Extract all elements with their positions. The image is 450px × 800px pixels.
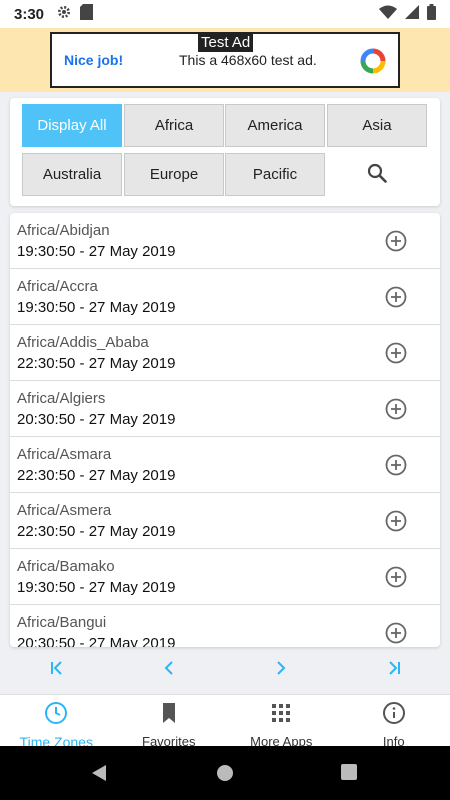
system-navigation-bar	[0, 746, 450, 800]
filter-pacific-button[interactable]: Pacific	[225, 153, 325, 196]
timezone-row[interactable]: Africa/Accra 19:30:50 - 27 May 2019	[10, 269, 440, 325]
search-button[interactable]	[327, 154, 427, 197]
home-icon[interactable]	[216, 764, 234, 787]
timezone-time: 19:30:50 - 27 May 2019	[17, 243, 176, 260]
first-page-button[interactable]	[45, 660, 69, 680]
last-page-button[interactable]	[382, 660, 406, 680]
timezone-name: Africa/Asmera	[17, 502, 112, 519]
add-favorite-icon[interactable]	[385, 622, 407, 647]
clock-icon	[44, 701, 68, 730]
sd-card-icon	[80, 3, 94, 25]
add-favorite-icon[interactable]	[385, 230, 407, 257]
last-page-icon	[386, 660, 402, 681]
first-page-icon	[49, 660, 65, 681]
timezone-name: Africa/Abidjan	[17, 222, 110, 239]
previous-page-button[interactable]	[157, 660, 181, 680]
next-page-button[interactable]	[269, 660, 293, 680]
nav-info[interactable]: Info	[338, 695, 450, 749]
signal-icon	[405, 4, 419, 24]
pager	[0, 652, 450, 688]
timezone-time: 20:30:50 - 27 May 2019	[17, 411, 176, 428]
timezone-name: Africa/Addis_Ababa	[17, 334, 149, 351]
bottom-navigation: Time Zones Favorites More Apps Info	[0, 694, 450, 750]
add-favorite-icon[interactable]	[385, 566, 407, 593]
ad-logo-icon	[360, 48, 386, 79]
timezone-row[interactable]: Africa/Bamako 19:30:50 - 27 May 2019	[10, 549, 440, 605]
filter-australia-button[interactable]: Australia	[22, 153, 122, 196]
timezone-time: 19:30:50 - 27 May 2019	[17, 579, 176, 596]
ad-body: This a 468x60 test ad.	[179, 52, 317, 68]
filter-europe-button[interactable]: Europe	[124, 153, 224, 196]
ad-banner[interactable]: Test Ad Nice job! This a 468x60 test ad.	[50, 32, 400, 88]
timezone-name: Africa/Accra	[17, 278, 98, 295]
timezone-list: Africa/Abidjan 19:30:50 - 27 May 2019 Af…	[10, 213, 440, 647]
timezone-row[interactable]: Africa/Asmera 22:30:50 - 27 May 2019	[10, 493, 440, 549]
ad-label: Test Ad	[198, 33, 254, 52]
timezone-name: Africa/Bamako	[17, 558, 115, 575]
timezone-name: Africa/Algiers	[17, 390, 106, 407]
timezone-name: Africa/Asmara	[17, 446, 112, 463]
back-icon[interactable]	[90, 764, 108, 787]
timezone-time: 22:30:50 - 27 May 2019	[17, 523, 176, 540]
add-favorite-icon[interactable]	[385, 510, 407, 537]
nav-more-apps[interactable]: More Apps	[225, 695, 338, 749]
add-favorite-icon[interactable]	[385, 342, 407, 369]
timezone-row[interactable]: Africa/Addis_Ababa 22:30:50 - 27 May 201…	[10, 325, 440, 381]
timezone-name: Africa/Bangui	[17, 614, 107, 631]
wifi-icon	[379, 5, 397, 24]
add-favorite-icon[interactable]	[385, 286, 407, 313]
next-page-icon	[273, 660, 289, 681]
info-icon	[382, 701, 406, 730]
filter-asia-button[interactable]: Asia	[327, 104, 427, 147]
search-icon	[367, 163, 387, 188]
settings-icon	[56, 4, 72, 25]
filter-africa-button[interactable]: Africa	[124, 104, 224, 147]
timezone-time: 20:30:50 - 27 May 2019	[17, 635, 176, 647]
add-favorite-icon[interactable]	[385, 398, 407, 425]
status-bar: 3:30	[0, 0, 450, 28]
region-filter-card: Display All Africa America Asia Australi…	[10, 98, 440, 206]
timezone-row[interactable]: Africa/Asmara 22:30:50 - 27 May 2019	[10, 437, 440, 493]
ad-headline: Nice job!	[64, 52, 124, 68]
battery-icon	[427, 3, 436, 25]
timezone-time: 19:30:50 - 27 May 2019	[17, 299, 176, 316]
timezone-time: 22:30:50 - 27 May 2019	[17, 355, 176, 372]
timezone-row[interactable]: Africa/Bangui 20:30:50 - 27 May 2019	[10, 605, 440, 647]
bookmark-icon	[157, 701, 181, 730]
apps-grid-icon	[269, 701, 293, 730]
previous-page-icon	[161, 660, 177, 681]
status-time: 3:30	[14, 5, 45, 23]
timezone-time: 22:30:50 - 27 May 2019	[17, 467, 176, 484]
nav-favorites[interactable]: Favorites	[113, 695, 226, 749]
nav-time-zones[interactable]: Time Zones	[0, 695, 113, 750]
ad-strip: Test Ad Nice job! This a 468x60 test ad.	[0, 28, 450, 92]
filter-america-button[interactable]: America	[225, 104, 325, 147]
timezone-row[interactable]: Africa/Abidjan 19:30:50 - 27 May 2019	[10, 213, 440, 269]
recents-icon[interactable]	[341, 764, 357, 785]
timezone-row[interactable]: Africa/Algiers 20:30:50 - 27 May 2019	[10, 381, 440, 437]
add-favorite-icon[interactable]	[385, 454, 407, 481]
filter-display-all-button[interactable]: Display All	[22, 104, 122, 147]
